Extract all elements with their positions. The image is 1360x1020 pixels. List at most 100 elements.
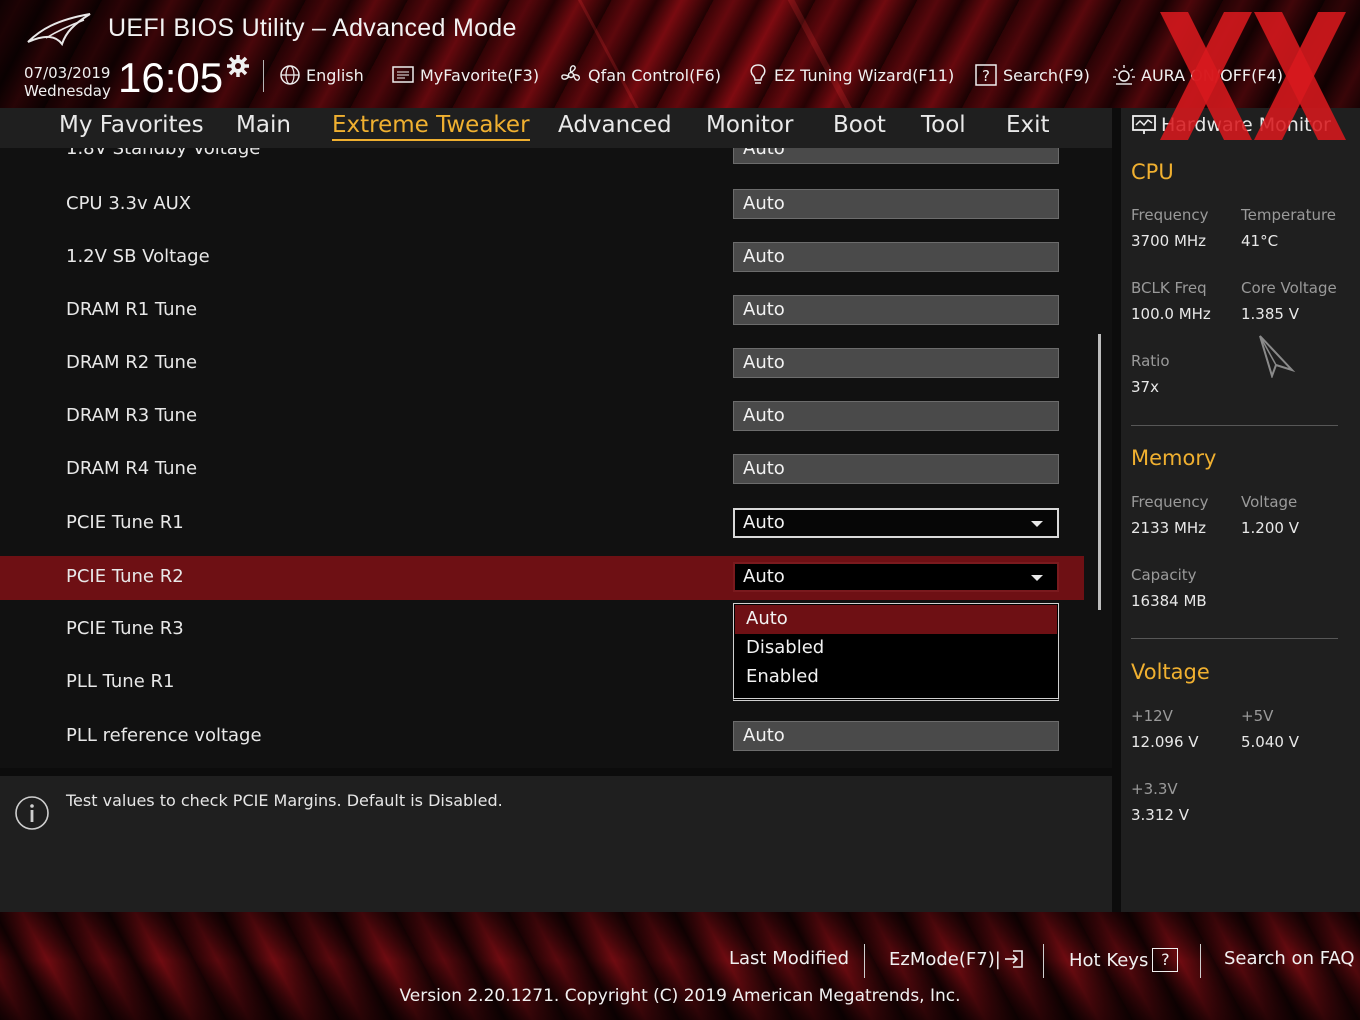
aura-toggle-button[interactable]: AURA ON/OFF(F4) [1112,62,1283,88]
setting-row[interactable]: 1.2V SB Voltage Auto [0,236,1084,280]
svg-text:?: ? [982,67,990,85]
dropdown-option-disabled[interactable]: Disabled [735,634,1057,663]
scrollbar[interactable] [1098,334,1101,610]
setting-row[interactable]: DRAM R3 Tune Auto [0,395,1084,439]
tab-extreme-tweaker[interactable]: Extreme Tweaker [332,112,530,141]
search-button[interactable]: ? Search(F9) [974,62,1090,88]
cpu-frequency-label: Frequency [1131,206,1209,224]
dropdown-menu: Auto Disabled Enabled [733,603,1059,701]
tab-boot[interactable]: Boot [833,112,886,138]
version-text: Version 2.20.1271. Copyright (C) 2019 Am… [399,986,961,1006]
memory-capacity-label: Capacity [1131,566,1197,584]
cpu-temperature-label: Temperature [1241,206,1337,224]
header-separator [263,60,264,92]
setting-value[interactable]: Auto [733,189,1059,219]
footer-separator [1200,944,1201,978]
v12-value: 12.096 V [1131,733,1199,751]
footer-separator [1043,944,1044,978]
tab-monitor[interactable]: Monitor [706,112,793,138]
help-text: Test values to check PCIE Margins. Defau… [66,791,503,810]
gear-icon[interactable] [226,54,250,78]
main-nav: My Favorites Main Extreme Tweaker Advanc… [0,108,1112,148]
language-button[interactable]: English [279,62,364,88]
ratio-label: Ratio [1131,352,1170,370]
aura-toggle-label: AURA ON/OFF(F4) [1141,65,1283,85]
setting-value[interactable]: Auto [733,721,1059,751]
myfavorite-button[interactable]: MyFavorite(F3) [391,62,539,88]
hot-keys-label: Hot Keys [1069,949,1149,971]
section-divider [1131,638,1338,639]
setting-select[interactable]: Auto [733,508,1059,538]
hot-keys-button[interactable]: Hot Keys ? [1069,948,1179,972]
setting-label: CPU 3.3v AUX [66,193,192,214]
tab-advanced[interactable]: Advanced [558,112,672,138]
setting-value[interactable]: Auto [733,348,1059,378]
core-voltage-label: Core Voltage [1241,279,1337,297]
footer-separator [864,944,865,978]
ratio-value: 37x [1131,378,1159,396]
setting-row[interactable]: DRAM R1 Tune Auto [0,289,1084,333]
myfavorite-label: MyFavorite(F3) [420,65,540,85]
setting-row-selected[interactable]: PCIE Tune R2 Auto [0,556,1084,600]
setting-label: PLL Tune R1 [66,671,175,692]
memory-voltage-value: 1.200 V [1241,519,1299,537]
weekday-text: Wednesday [24,82,111,100]
qfan-control-button[interactable]: Qfan Control(F6) [559,62,721,88]
hardware-monitor-panel: Hardware Monitor CPU Frequency Temperatu… [1121,108,1360,912]
help-panel: Test values to check PCIE Margins. Defau… [0,776,1112,912]
voltage-heading: Voltage [1131,660,1210,684]
hardware-monitor-label: Hardware Monitor [1161,114,1331,136]
v33-label: +3.3V [1131,780,1178,798]
setting-label: PCIE Tune R1 [66,512,184,533]
v5-value: 5.040 V [1241,733,1299,751]
aura-light-icon [1113,65,1135,85]
search-faq-button[interactable]: Search on FAQ [1224,948,1355,969]
clock-time: 16:05 [118,54,224,101]
setting-label: 1.2V SB Voltage [66,246,210,267]
ez-tuning-wizard-button[interactable]: EZ Tuning Wizard(F11) [747,62,954,88]
setting-value[interactable]: Auto [733,242,1059,272]
setting-label: DRAM R3 Tune [66,405,198,426]
last-modified-button[interactable]: Last Modified [729,948,849,969]
cpu-frequency-value: 3700 MHz [1131,232,1207,250]
header-decor [567,0,656,108]
setting-value[interactable]: Auto [733,454,1059,484]
section-divider [1131,425,1338,426]
memory-capacity-value: 16384 MB [1131,592,1207,610]
setting-label: PCIE Tune R2 [66,566,184,587]
date-text: 07/03/2019 [24,64,111,82]
ez-tuning-wizard-label: EZ Tuning Wizard(F11) [774,65,955,85]
cpu-heading: CPU [1131,160,1174,184]
setting-row[interactable]: PCIE Tune R1 Auto [0,502,1084,546]
dropdown-option-enabled[interactable]: Enabled [735,663,1057,692]
dropdown-option-auto[interactable]: Auto [735,605,1057,634]
setting-row[interactable]: PLL reference voltage Auto [0,715,1084,759]
exit-arrow-icon [1004,950,1023,968]
tab-main[interactable]: Main [236,112,291,138]
lightbulb-icon [750,64,766,84]
settings-list: 1.8V Standby Voltage Auto CPU 3.3v AUX A… [0,148,1112,768]
core-voltage-value: 1.385 V [1241,305,1299,323]
setting-select-value: Auto [743,566,785,587]
header-bar: UEFI BIOS Utility – Advanced Mode 07/03/… [0,0,1360,108]
setting-value[interactable]: Auto [733,148,1059,164]
setting-row[interactable]: 1.8V Standby Voltage Auto [0,148,1084,172]
question-box-icon: ? [975,64,997,86]
setting-select[interactable]: Auto [733,562,1059,592]
memory-voltage-label: Voltage [1241,493,1298,511]
setting-row[interactable]: DRAM R4 Tune Auto [0,448,1084,492]
tab-exit[interactable]: Exit [1006,112,1050,138]
tab-my-favorites[interactable]: My Favorites [59,112,204,138]
footer-bar: Last Modified EzMode(F7)| Hot Keys ? Sea… [0,912,1360,1020]
setting-row[interactable]: DRAM R2 Tune Auto [0,342,1084,386]
globe-icon [280,65,300,85]
fan-icon [561,65,581,81]
setting-value[interactable]: Auto [733,295,1059,325]
tab-tool[interactable]: Tool [921,112,966,138]
setting-row[interactable]: CPU 3.3v AUX Auto [0,183,1084,227]
v5-label: +5V [1241,707,1274,725]
setting-select-value: Auto [743,512,785,533]
ezmode-button[interactable]: EzMode(F7)| [889,948,1025,970]
bclk-label: BCLK Freq [1131,279,1207,297]
setting-value[interactable]: Auto [733,401,1059,431]
